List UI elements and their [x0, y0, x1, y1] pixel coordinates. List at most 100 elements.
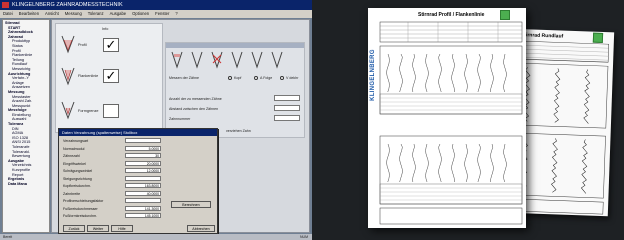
dialog-field-label: Eingriffswinkel [63, 161, 86, 166]
flank-label: Flankenlinie [78, 74, 99, 78]
cancel-button[interactable]: Abbrechen [187, 225, 215, 232]
options-label-4: Zahnnummer [169, 117, 191, 121]
back-button[interactable]: Zurück [63, 225, 85, 232]
dialog-field-label: Normalmodul [63, 146, 85, 151]
flank-checkbox[interactable]: ✓ [103, 69, 119, 83]
gear-selection-pane: Info Profil ✓ Flankenlinie ✓ Formgrenze [55, 23, 163, 133]
dialog-field-value[interactable]: 163.8000 [125, 183, 161, 188]
gear-tool-icon-5[interactable] [250, 51, 264, 71]
tree-item[interactable]: Data Mana [5, 182, 48, 187]
profile-trace [464, 53, 468, 93]
options-extra-2: verziehen Zahn [226, 129, 251, 133]
dialog-field-value[interactable]: 5.0000 [125, 145, 161, 151]
status-num: NUM [300, 235, 308, 239]
radio-kopf-label: Kopf [234, 76, 242, 80]
dialog-field-value[interactable]: 40.0000 [125, 190, 161, 196]
teeth-spacing-field[interactable] [274, 105, 300, 111]
dialog-field-value[interactable] [125, 175, 161, 181]
profile-label: Profil [78, 43, 87, 47]
radio-dekhr-label: V dekhr [286, 76, 299, 80]
profile-report-graphics [379, 21, 523, 225]
result-table [379, 93, 523, 115]
runout-trace [551, 138, 558, 193]
options-header [166, 43, 304, 48]
composite-image: KLINGELNBERG ZAHNRADMESSTECHNIK Datei Bea… [0, 0, 624, 240]
menu-item-3[interactable]: Messung [65, 11, 82, 16]
menu-item-0[interactable]: Datei [3, 11, 13, 16]
next-button[interactable]: Weiter [87, 225, 109, 232]
profile-trace [451, 53, 455, 93]
navigation-tree[interactable]: Stirnrad START Zahnradblock Zahnrad Produktt… [2, 19, 50, 233]
dialog-field-value[interactable]: 20.0000 [125, 160, 161, 166]
radio-dekhr[interactable] [280, 76, 284, 80]
dialog-field-value[interactable]: 30 [125, 153, 161, 158]
dialog-field-label: Schrägungswinkel [63, 169, 93, 173]
profile-trace [412, 53, 416, 93]
radio-folge-label: A Folge [260, 76, 273, 80]
profile-trace [503, 143, 507, 183]
calculate-button[interactable]: Berechnen [171, 201, 211, 208]
gear-tool-icon-2[interactable] [190, 51, 204, 71]
dialog-field-value[interactable]: 145.1000 [125, 213, 161, 218]
runout-trace [553, 68, 561, 123]
profile-report-document: Stirnrad Profil / Flankenlinie KLINGELNB… [368, 8, 526, 228]
measurement-options-pane: Messen der Zähne Kopf A Folge V dekhr An… [165, 42, 305, 138]
app-logo-icon [2, 2, 9, 8]
radio-kopf[interactable] [228, 76, 232, 80]
app-titlebar: KLINGELNBERG ZAHNRADMESSTECHNIK [0, 0, 312, 10]
menu-item-5[interactable]: Ausgabe [110, 11, 127, 16]
dialog-field-label: Zähnezahl [63, 154, 80, 158]
options-label-1: Messen der Zähne [169, 76, 199, 80]
menu-item-6[interactable]: Optionen [132, 11, 149, 16]
profile-trace [490, 143, 494, 183]
profile-trace [451, 143, 455, 183]
profile-trace [399, 143, 403, 183]
footer-table [379, 207, 523, 225]
status-text: Bereit [3, 235, 13, 239]
form-limit-tooth-icon [60, 100, 76, 122]
chart-frame [379, 135, 523, 205]
profile-trace [386, 53, 390, 93]
menu-item-2[interactable]: Ansicht [45, 11, 59, 16]
dialog-field-label: Kopfkreisdurchm. [63, 184, 91, 188]
profile-tooth-icon [60, 34, 76, 56]
tooth-number-field[interactable] [274, 115, 300, 121]
dialog-title: Daten Verzahnung (spaltenweise) Stollbox [59, 129, 217, 136]
chart-frame [379, 45, 523, 115]
profile-trace [477, 53, 481, 93]
menu-item-8[interactable]: ? [175, 11, 177, 16]
gear-tool-icon-4[interactable] [230, 51, 244, 71]
dialog-field-label: Zahnbreite [63, 191, 81, 196]
profile-trace [399, 53, 403, 93]
dialog-field-value[interactable] [125, 138, 161, 143]
menu-item-1[interactable]: Bearbeiten [19, 11, 39, 16]
dialog-field-label: Fußformkreisdurchm. [63, 214, 98, 218]
profile-trace [425, 53, 429, 93]
gear-tool-icon-6[interactable] [270, 51, 284, 71]
help-button[interactable]: Hilfe [111, 225, 133, 232]
profile-trace [464, 143, 468, 183]
dialog-field-value[interactable]: 141.3000 [125, 205, 161, 211]
dialog-field-value[interactable] [125, 198, 161, 203]
flank-tooth-icon [60, 66, 76, 88]
header-table [379, 21, 523, 43]
menu-item-7[interactable]: Fenster [155, 11, 169, 16]
profile-checkbox[interactable]: ✓ [103, 38, 119, 52]
profile-trace [477, 143, 481, 183]
dialog-field-label: Steigungsrichtung [63, 176, 92, 181]
profile-trace [438, 143, 442, 183]
profile-trace [386, 143, 390, 183]
info-header: Info [102, 27, 109, 31]
menu-item-4[interactable]: Toleranz [88, 11, 104, 16]
software-screen: KLINGELNBERG ZAHNRADMESSTECHNIK Datei Bea… [0, 0, 312, 240]
gear-tool-icon-1[interactable] [170, 51, 184, 71]
status-bar: Bereit NUM [0, 234, 312, 240]
result-table [379, 183, 523, 205]
radio-folge[interactable] [254, 76, 258, 80]
profile-trace [412, 143, 416, 183]
dialog-field-value[interactable]: 12.0000 [125, 168, 161, 173]
dialog-field-label: Fußkreisdurchmesser [63, 206, 98, 211]
form-limit-checkbox[interactable] [103, 104, 119, 118]
teeth-count-field[interactable] [274, 95, 300, 101]
gear-tool-icon-3[interactable] [210, 51, 224, 71]
